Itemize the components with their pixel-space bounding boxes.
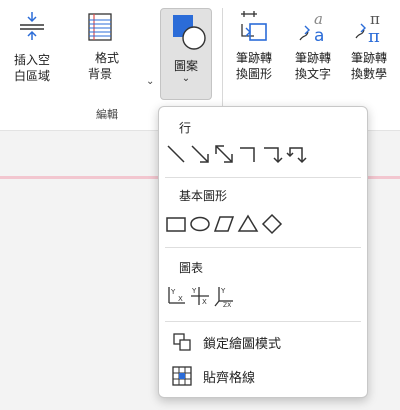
ink-to-text-icon: a a <box>299 10 324 44</box>
ribbon-separator <box>222 8 223 116</box>
lock-drawing-mode-item[interactable]: 鎖定繪圖模式 <box>171 329 357 355</box>
ink-to-text-button[interactable]: a a 筆跡轉 換文字 <box>285 10 341 82</box>
ink-to-math-label-2: 換數學 <box>350 67 387 81</box>
double-arrow-icon <box>215 145 233 163</box>
ink-to-shape-label-1: 筆跡轉 <box>235 51 272 65</box>
ink-to-shape-icon <box>241 11 267 41</box>
lines-section-title: 行 <box>179 121 192 135</box>
svg-text:Y: Y <box>220 287 226 295</box>
double-arrow-tool[interactable] <box>213 143 235 165</box>
shapes-dropdown-icon: ⌄ <box>181 73 191 84</box>
ink-to-text-label-2: 換文字 <box>294 67 331 81</box>
elbow-arrow-icon <box>264 147 283 164</box>
xyz-graph-icon: Y ZX <box>214 287 233 307</box>
ink-to-shape-button[interactable]: 筆跡轉 換圖形 <box>226 10 282 82</box>
ribbon-group-label: 編輯 <box>96 108 118 121</box>
triangle-tool[interactable] <box>237 213 259 235</box>
format-background-label-1: 格式 <box>94 51 119 65</box>
format-background-label-2: 背景 <box>87 67 112 81</box>
snap-to-grid-label: 貼齊格線 <box>203 370 256 386</box>
svg-text:X: X <box>178 295 183 303</box>
ink-to-math-button[interactable]: π π 筆跡轉 換數學 <box>341 10 397 82</box>
shapes-button[interactable]: 圖案 ⌄ <box>160 8 212 100</box>
insert-space-label-1: 插入空 <box>13 53 50 67</box>
elbow-arrow-tool[interactable] <box>261 143 283 165</box>
graph-xy-tool[interactable]: Y X <box>165 285 187 307</box>
rectangle-icon <box>166 217 186 232</box>
shapes-label: 圖案 <box>173 59 198 73</box>
rectangle-tool[interactable] <box>165 213 187 235</box>
insert-space-button[interactable]: 插入空 白區域 <box>6 10 58 84</box>
svg-text:X: X <box>202 298 207 306</box>
svg-text:Y: Y <box>191 287 197 295</box>
lock-drawing-mode-label: 鎖定繪圖模式 <box>203 336 282 352</box>
arrow-tool[interactable] <box>189 143 211 165</box>
arrow-icon <box>191 145 209 163</box>
ellipse-icon <box>190 216 210 232</box>
snap-to-grid-item[interactable]: 貼齊格線 <box>171 363 357 389</box>
menu-separator <box>165 177 361 178</box>
xy-graph-icon: Y X <box>168 287 185 304</box>
graphs-section-title: 圖表 <box>179 261 204 275</box>
line-icon <box>167 145 185 163</box>
cross-graph-icon: Y X <box>191 287 209 306</box>
format-background-button[interactable]: 格式 背景 <box>64 10 136 82</box>
graph-cross-tool[interactable]: Y X <box>189 285 211 307</box>
shapes-icon <box>173 15 206 50</box>
ink-to-math-label-1: 筆跡轉 <box>350 51 387 65</box>
snap-to-grid-icon <box>172 366 192 386</box>
elbow-connector-icon <box>240 147 255 162</box>
svg-text:Y: Y <box>170 288 176 296</box>
ink-to-text-label-1: 筆跡轉 <box>294 51 331 65</box>
parallelogram-tool[interactable] <box>213 213 235 235</box>
menu-separator <box>165 247 361 248</box>
triangle-icon <box>237 214 259 232</box>
ruled-lines-icon <box>88 13 112 41</box>
lock-drawing-mode-icon <box>173 333 191 351</box>
format-background-dropdown-icon[interactable]: ⌄ <box>146 76 154 87</box>
elbow-connector-tool[interactable] <box>237 143 259 165</box>
ink-to-shape-label-2: 換圖形 <box>235 67 272 81</box>
svg-text:ZX: ZX <box>223 302 231 307</box>
ink-to-math-icon: π π <box>355 10 380 44</box>
elbow-double-arrow-icon <box>286 147 307 164</box>
menu-separator <box>165 321 361 322</box>
insert-space-icon <box>20 12 44 40</box>
line-tool[interactable] <box>165 143 187 165</box>
diamond-tool[interactable] <box>261 213 283 235</box>
elbow-double-arrow-tool[interactable] <box>285 143 307 165</box>
basic-shapes-section-title: 基本圖形 <box>179 189 228 203</box>
diamond-icon <box>261 213 283 235</box>
svg-text:a: a <box>314 26 324 44</box>
ellipse-tool[interactable] <box>189 213 211 235</box>
insert-space-label-2: 白區域 <box>13 69 50 83</box>
shapes-menu: 行 基本圖形 圖表 Y X Y X Y ZX 鎖定繪圖模式 貼齊格線 <box>158 106 368 398</box>
parallelogram-icon <box>213 216 235 232</box>
graph-3d-tool[interactable]: Y ZX <box>213 285 235 307</box>
svg-text:π: π <box>368 26 380 44</box>
